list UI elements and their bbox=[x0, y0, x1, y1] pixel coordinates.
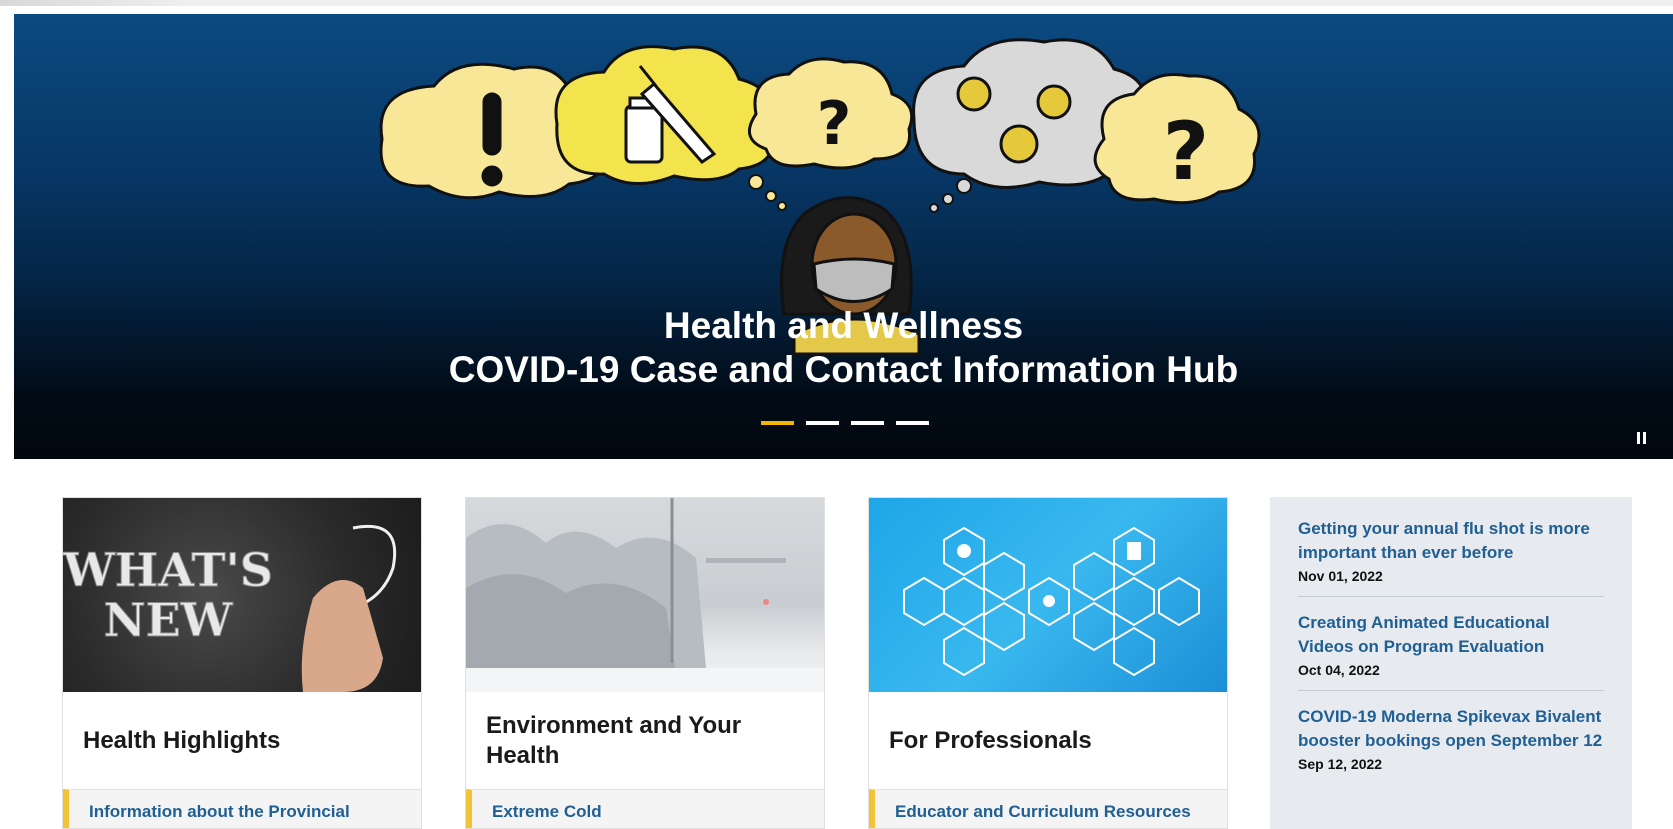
card-image-medical-icons bbox=[869, 498, 1227, 692]
card-for-professionals[interactable]: For Professionals Educator and Curriculu… bbox=[868, 497, 1228, 829]
news-title-link[interactable]: COVID-19 Moderna Spikevax Bivalent boost… bbox=[1298, 705, 1604, 753]
hero-title: Health and Wellness bbox=[663, 305, 1024, 346]
carousel-dot-2[interactable] bbox=[806, 421, 839, 425]
pause-icon[interactable] bbox=[1633, 432, 1649, 448]
news-item: Getting your annual flu shot is more imp… bbox=[1298, 517, 1604, 597]
carousel-dot-3[interactable] bbox=[851, 421, 884, 425]
card-health-highlights[interactable]: WHAT'S NEW Health Highlights Information… bbox=[62, 497, 422, 829]
card-link[interactable]: Information about the Provincial bbox=[63, 789, 421, 828]
carousel-indicators bbox=[761, 421, 929, 425]
thought-cloud-question-small: ? bbox=[747, 57, 914, 170]
carousel-dot-4[interactable] bbox=[896, 421, 929, 425]
card-image-frost-trees bbox=[466, 498, 824, 692]
card-title[interactable]: Environment and Your Health bbox=[466, 692, 824, 789]
carousel-dot-1[interactable] bbox=[761, 421, 794, 425]
hero-carousel[interactable]: ? ? Health and Wellness COVID-19 Case an… bbox=[14, 14, 1673, 459]
card-image-whats-new: WHAT'S NEW bbox=[63, 498, 421, 692]
card-link[interactable]: Educator and Curriculum Resources bbox=[869, 789, 1227, 828]
thought-bubbles bbox=[748, 174, 787, 211]
card-link[interactable]: Extreme Cold bbox=[466, 789, 824, 828]
news-date: Sep 12, 2022 bbox=[1298, 756, 1383, 772]
news-list: Getting your annual flu shot is more imp… bbox=[1270, 497, 1632, 829]
svg-text:?: ? bbox=[1163, 105, 1209, 198]
top-strip bbox=[0, 0, 1673, 6]
thought-cloud-vaccine bbox=[554, 45, 775, 186]
frost-trees-graphic bbox=[466, 498, 824, 692]
news-date: Nov 01, 2022 bbox=[1298, 568, 1383, 584]
page: ? ? Health and Wellness COVID-19 Case an… bbox=[0, 0, 1673, 829]
hero-caption: Health and Wellness COVID-19 Case and Co… bbox=[14, 304, 1673, 392]
hero-illustration: ? ? bbox=[379, 38, 1261, 356]
whats-new-graphic: WHAT'S NEW bbox=[63, 524, 397, 692]
news-item: Creating Animated Educational Videos on … bbox=[1298, 611, 1604, 691]
card-environment-health[interactable]: Environment and Your Health Extreme Cold bbox=[465, 497, 825, 829]
news-item: COVID-19 Moderna Spikevax Bivalent boost… bbox=[1298, 705, 1604, 784]
card-title[interactable]: For Professionals bbox=[869, 692, 1227, 789]
svg-text:?: ? bbox=[817, 89, 852, 159]
card-title[interactable]: Health Highlights bbox=[63, 692, 421, 789]
news-date: Oct 04, 2022 bbox=[1298, 662, 1380, 678]
news-title-link[interactable]: Getting your annual flu shot is more imp… bbox=[1298, 517, 1604, 565]
whats-new-line1: WHAT'S bbox=[63, 543, 273, 597]
news-title-link[interactable]: Creating Animated Educational Videos on … bbox=[1298, 611, 1604, 659]
whats-new-line2: NEW bbox=[104, 593, 234, 647]
medical-icons-graphic bbox=[903, 526, 1200, 677]
hero-subtitle[interactable]: COVID-19 Case and Contact Information Hu… bbox=[14, 348, 1673, 392]
